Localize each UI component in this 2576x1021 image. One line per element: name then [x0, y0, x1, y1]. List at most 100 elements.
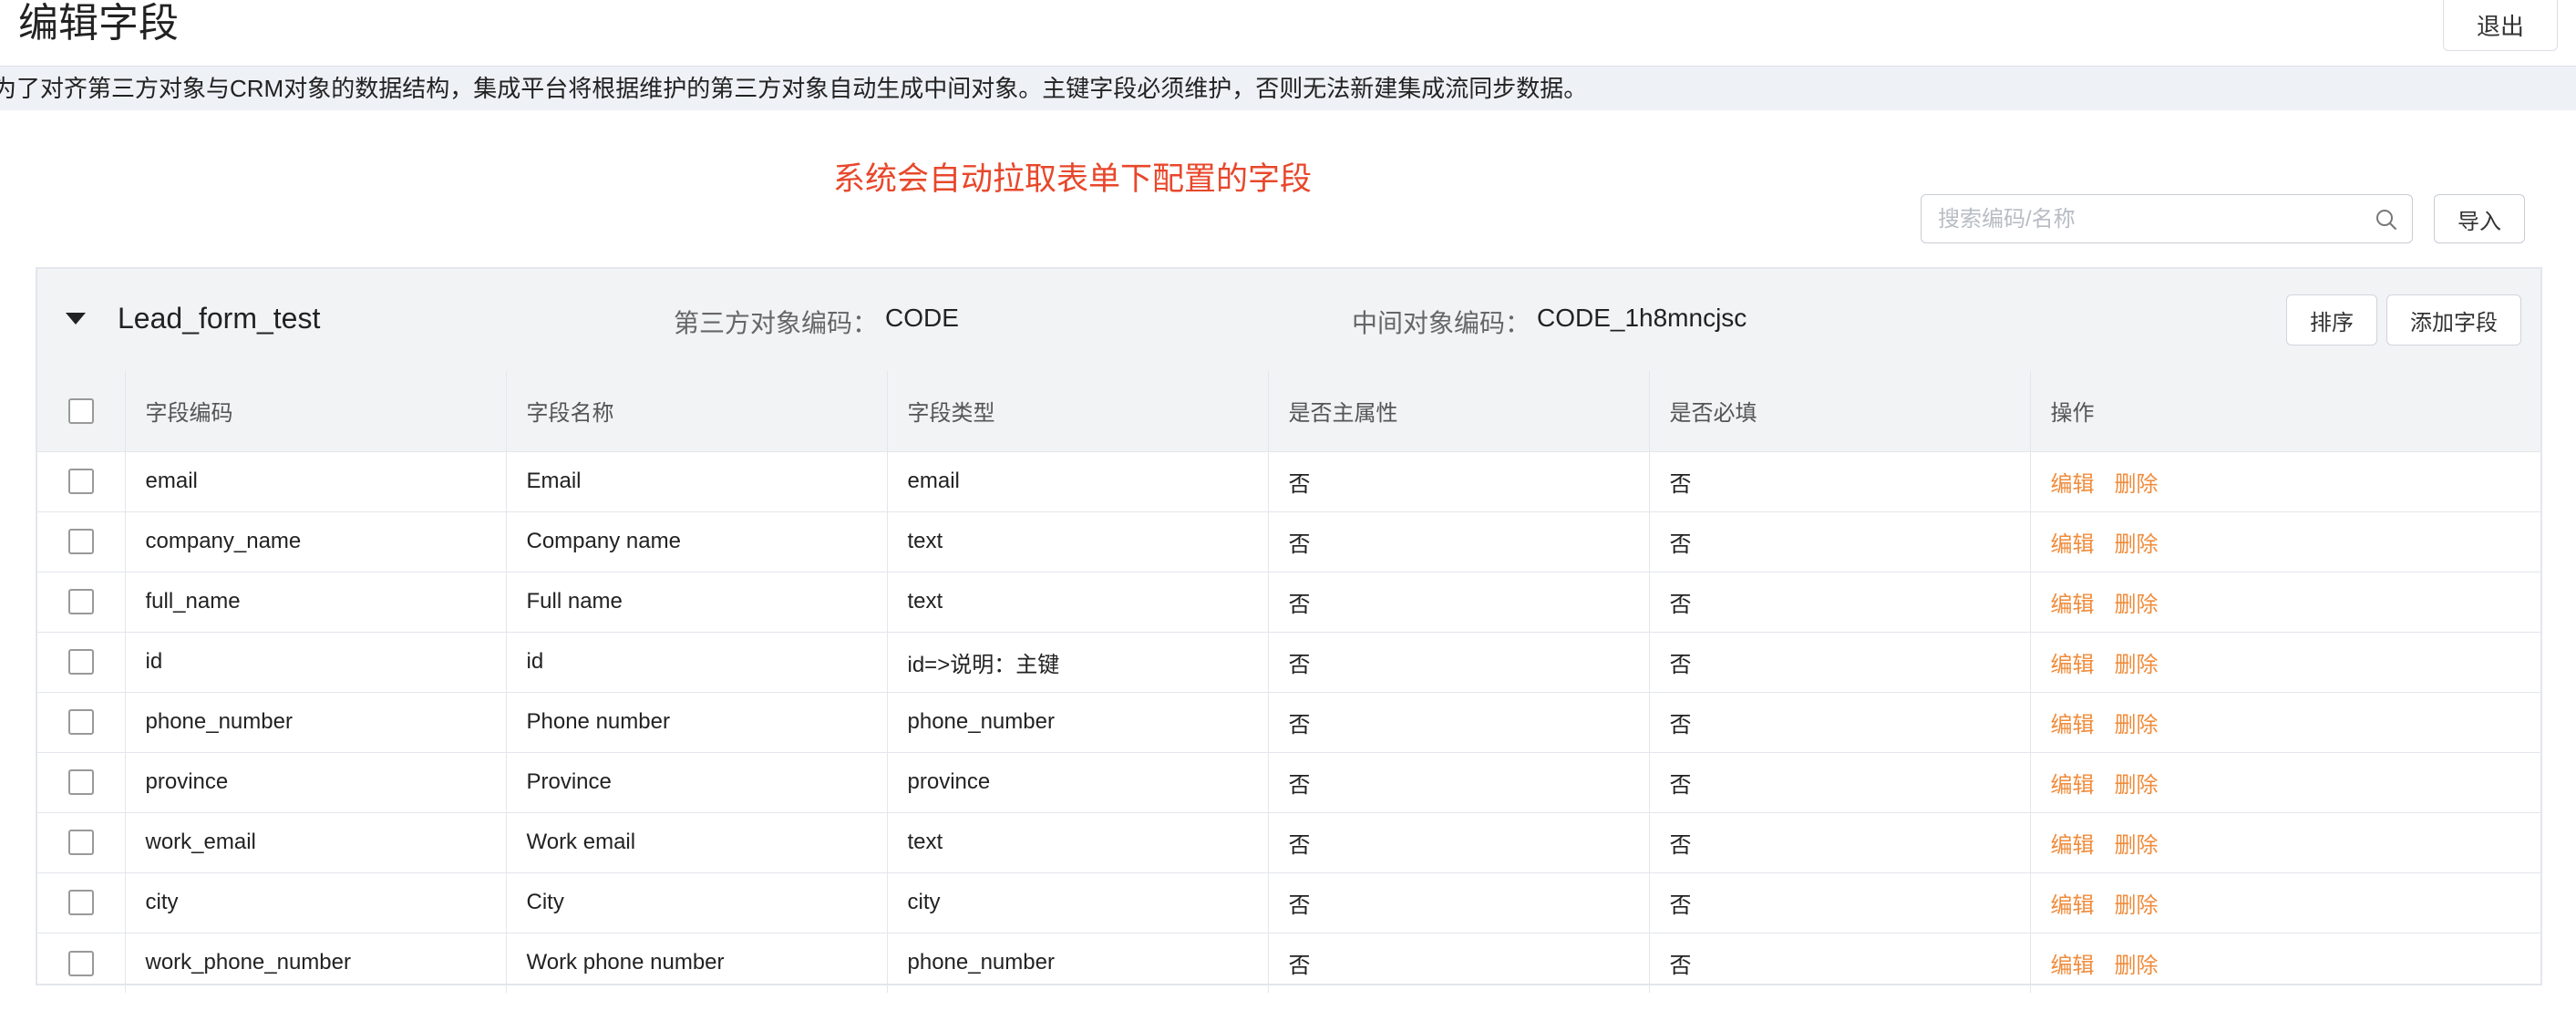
required-cell: 否	[1649, 632, 2031, 693]
add-field-button[interactable]: 添加字段	[2386, 294, 2521, 345]
field-code-cell: work_email	[125, 812, 507, 873]
table-row: full_name Full name text 否否编辑 删除	[37, 572, 2540, 633]
third-party-code-value: CODE	[885, 304, 959, 332]
middle-object-code-label: 中间对象编码：	[1352, 309, 1531, 337]
delete-link[interactable]: 删除	[2115, 713, 2159, 737]
select-all-cell	[37, 371, 126, 452]
primary-attribute-cell: 否	[1268, 812, 1650, 873]
field-type-cell: text	[887, 511, 1269, 572]
field-type-cell: province	[887, 752, 1269, 813]
primary-attribute-cell: 否	[1268, 752, 1650, 813]
third-party-code-label: 第三方对象编码：	[674, 309, 879, 337]
collapse-caret-icon[interactable]	[66, 313, 86, 325]
delete-link[interactable]: 删除	[2115, 472, 2159, 497]
field-code-cell: id	[125, 632, 507, 693]
actions-cell: 编辑 删除	[2030, 752, 2540, 813]
delete-link[interactable]: 删除	[2115, 593, 2159, 617]
row-checkbox[interactable]	[67, 529, 94, 555]
field-type-cell: id=>说明：主键	[887, 632, 1269, 693]
form-panel: Lead_form_test 第三方对象编码： CODE 中间对象编码： COD…	[36, 267, 2542, 993]
table-row: province Province province 否否编辑 删除	[37, 752, 2540, 813]
actions-cell: 编辑 删除	[2030, 451, 2540, 512]
delete-link[interactable]: 删除	[2115, 954, 2159, 978]
delete-link[interactable]: 删除	[2115, 893, 2159, 918]
row-select-cell	[37, 812, 126, 873]
column-header-code: 字段编码	[125, 371, 507, 452]
primary-attribute-cell: 否	[1268, 572, 1650, 633]
table-row: work_phone_number Work phone number phone_…	[37, 933, 2540, 993]
exit-button[interactable]: 退出	[2443, 0, 2558, 51]
sort-button[interactable]: 排序	[2286, 294, 2377, 345]
row-checkbox[interactable]	[67, 769, 94, 796]
edit-link[interactable]: 编辑	[2051, 893, 2095, 918]
required-cell: 否	[1649, 872, 2031, 933]
edit-link[interactable]: 编辑	[2051, 653, 2095, 677]
row-checkbox[interactable]	[67, 469, 94, 495]
row-checkbox[interactable]	[67, 890, 94, 916]
row-checkbox[interactable]	[67, 950, 94, 976]
column-header-required: 是否必填	[1649, 371, 2031, 452]
edit-link[interactable]: 编辑	[2051, 954, 2095, 978]
row-checkbox[interactable]	[67, 830, 94, 856]
field-name-cell: Email	[506, 451, 888, 512]
edit-link[interactable]: 编辑	[2051, 472, 2095, 497]
row-checkbox[interactable]	[67, 589, 94, 615]
row-select-cell	[37, 632, 126, 693]
field-code-cell: company_name	[125, 511, 507, 572]
actions-cell: 编辑 删除	[2030, 572, 2540, 633]
fields-table: 字段编码 字段名称 字段类型 是否主属性 是否必填 操作 email Email e…	[37, 371, 2540, 993]
required-cell: 否	[1649, 572, 2031, 633]
field-name-cell: Province	[506, 752, 888, 813]
delete-link[interactable]: 删除	[2115, 833, 2159, 858]
field-name-cell: Phone number	[506, 692, 888, 753]
edit-link[interactable]: 编辑	[2051, 593, 2095, 617]
row-select-cell	[37, 451, 126, 512]
table-row: work_email Work email text 否否编辑 删除	[37, 812, 2540, 873]
edit-link[interactable]: 编辑	[2051, 532, 2095, 557]
page-header: 编辑字段 退出	[0, 0, 2576, 67]
table-header-row: 字段编码 字段名称 字段类型 是否主属性 是否必填 操作	[37, 371, 2540, 452]
row-select-cell	[37, 752, 126, 813]
table-row: company_name Company name text 否否编辑 删除	[37, 511, 2540, 572]
field-name-cell: id	[506, 632, 888, 693]
actions-cell: 编辑 删除	[2030, 692, 2540, 753]
table-row: city City city 否否编辑 删除	[37, 872, 2540, 933]
search-icon[interactable]	[2374, 207, 2399, 232]
actions-cell: 编辑 删除	[2030, 632, 2540, 693]
annotation-text: 系统会自动拉取表单下配置的字段	[833, 161, 1313, 197]
field-code-cell: full_name	[125, 572, 507, 633]
search-input[interactable]	[1936, 195, 2377, 244]
delete-link[interactable]: 删除	[2115, 653, 2159, 677]
edit-link[interactable]: 编辑	[2051, 833, 2095, 858]
import-button[interactable]: 导入	[2434, 194, 2525, 243]
required-cell: 否	[1649, 511, 2031, 572]
primary-attribute-cell: 否	[1268, 511, 1650, 572]
select-all-checkbox[interactable]	[67, 398, 94, 425]
field-type-cell: text	[887, 812, 1269, 873]
edit-link[interactable]: 编辑	[2051, 773, 2095, 798]
field-type-cell: email	[887, 451, 1269, 512]
actions-cell: 编辑 删除	[2030, 812, 2540, 873]
delete-link[interactable]: 删除	[2115, 532, 2159, 557]
field-code-cell: work_phone_number	[125, 933, 507, 993]
row-checkbox[interactable]	[67, 649, 94, 676]
field-code-cell: email	[125, 451, 507, 512]
panel-header: Lead_form_test 第三方对象编码： CODE 中间对象编码： COD…	[37, 269, 2540, 371]
column-header-actions: 操作	[2030, 371, 2540, 452]
primary-attribute-cell: 否	[1268, 451, 1650, 512]
primary-attribute-cell: 否	[1268, 632, 1650, 693]
primary-attribute-cell: 否	[1268, 692, 1650, 753]
field-type-cell: city	[887, 872, 1269, 933]
search-box[interactable]	[1921, 194, 2413, 244]
delete-link[interactable]: 删除	[2115, 773, 2159, 798]
row-select-cell	[37, 511, 126, 572]
edit-link[interactable]: 编辑	[2051, 713, 2095, 737]
column-header-primary: 是否主属性	[1268, 371, 1650, 452]
page-title: 编辑字段	[18, 1, 179, 46]
table-row: phone_number Phone number phone_number 否否编辑…	[37, 692, 2540, 753]
actions-cell: 编辑 删除	[2030, 511, 2540, 572]
row-checkbox[interactable]	[67, 709, 94, 736]
field-name-cell: Work phone number	[506, 933, 888, 993]
column-header-type: 字段类型	[887, 371, 1269, 452]
field-name-cell: Company name	[506, 511, 888, 572]
